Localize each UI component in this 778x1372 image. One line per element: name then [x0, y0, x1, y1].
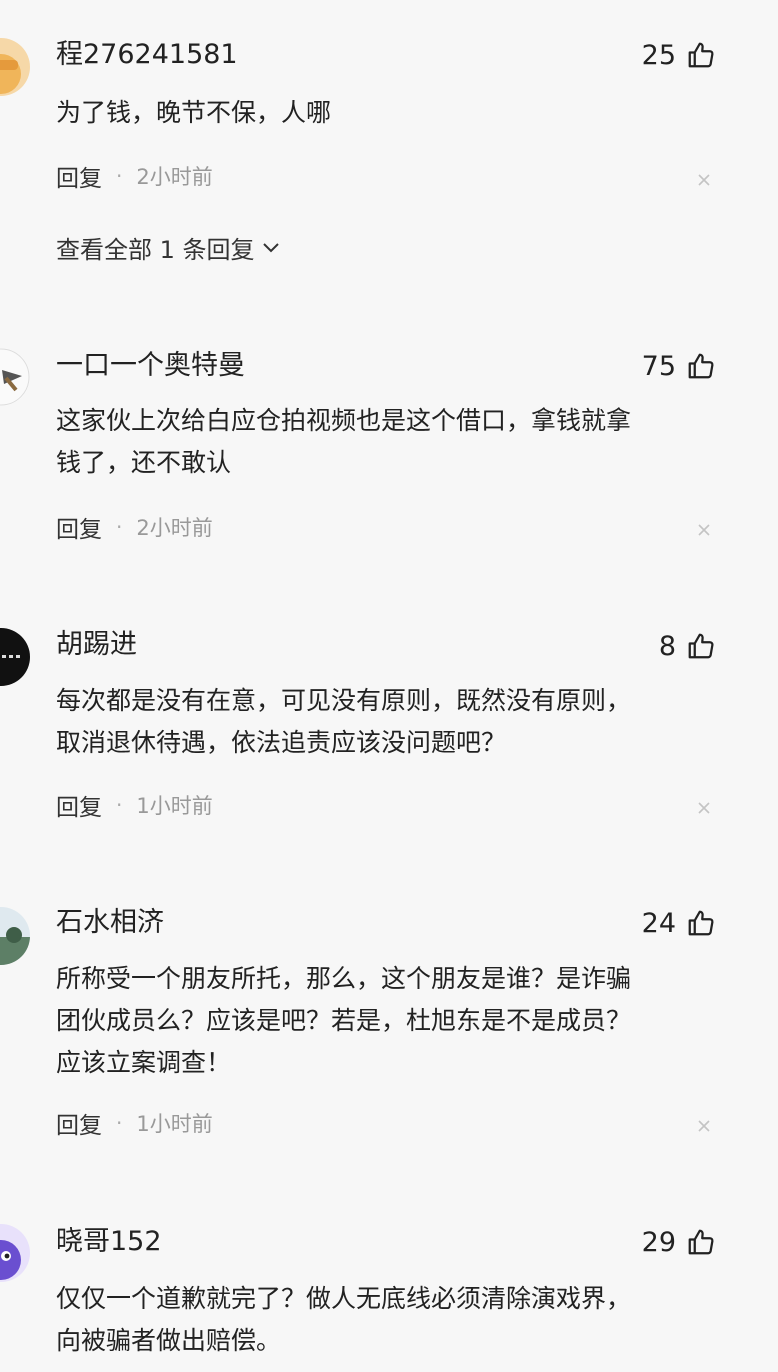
timestamp: 1小时前: [136, 1112, 213, 1136]
like-count: 75: [641, 350, 676, 382]
separator-dot: ·: [116, 793, 123, 817]
like-count: 24: [641, 907, 676, 939]
username[interactable]: 晓哥152: [56, 1225, 162, 1259]
separator-dot: ·: [116, 515, 123, 539]
avatar[interactable]: [0, 907, 30, 965]
comment-text-line: 所称受一个朋友所托，那么，这个朋友是谁？是诈骗: [56, 964, 632, 993]
view-replies-label: 查看全部 1 条回复: [56, 235, 255, 264]
chevron-down-icon: [262, 243, 279, 253]
reply-button[interactable]: 回复: [56, 1106, 102, 1140]
comment-text-line: 每次都是没有在意，可见没有原则，既然没有原则，: [56, 686, 632, 715]
comment-text-line: 向被骗者做出赔偿。: [56, 1326, 282, 1355]
comment-text-line: 取消退休待遇，依法追责应该没问题吧？: [56, 728, 507, 757]
username[interactable]: 一口一个奥特曼: [56, 349, 245, 383]
avatar-image: [0, 1224, 30, 1282]
close-icon[interactable]: [696, 522, 712, 538]
comment-text-line: 仅仅一个道歉就完了？做人无底线必须清除演戏界，: [56, 1284, 632, 1313]
like-button[interactable]: 25: [642, 38, 716, 72]
thumbs-up-icon: [688, 910, 714, 936]
like-count: 25: [641, 39, 676, 71]
comment-text: 所称受一个朋友所托，那么，这个朋友是谁？是诈骗 团伙成员么？应该是吧？若是，杜旭…: [56, 958, 716, 1084]
separator-dot: ·: [116, 164, 123, 188]
comment-text-line: 为了钱，晚节不保，人哪: [56, 98, 332, 127]
comment-text: 为了钱，晚节不保，人哪: [56, 92, 716, 134]
like-button[interactable]: 75: [642, 349, 716, 383]
comment-text-line: 这家伙上次给白应仓拍视频也是这个借口，拿钱就拿: [56, 406, 632, 435]
comment-text: 仅仅一个道歉就完了？做人无底线必须清除演戏界， 向被骗者做出赔偿。: [56, 1278, 716, 1362]
avatar[interactable]: [0, 628, 30, 686]
comment-meta: 回复 · 1小时前: [56, 789, 213, 821]
comment-text-line: 团伙成员么？应该是吧？若是，杜旭东是不是成员？: [56, 1006, 632, 1035]
reply-button[interactable]: 回复: [56, 788, 102, 822]
avatar[interactable]: [0, 38, 30, 96]
comment-text-line: 钱了，还不敢认: [56, 448, 232, 477]
avatar[interactable]: [0, 1224, 30, 1282]
username[interactable]: 石水相济: [56, 906, 164, 940]
close-icon[interactable]: [696, 1118, 712, 1134]
like-button[interactable]: 8: [659, 629, 716, 663]
thumbs-up-icon: [688, 353, 714, 379]
reply-button[interactable]: 回复: [56, 159, 102, 193]
like-button[interactable]: 24: [642, 906, 716, 940]
comment-meta: 回复 · 1小时前: [56, 1107, 213, 1139]
username[interactable]: 程276241581: [56, 38, 238, 72]
username[interactable]: 胡踢进: [56, 628, 137, 662]
close-icon[interactable]: [696, 172, 712, 188]
comment-meta: 回复 · 2小时前: [56, 511, 213, 543]
timestamp: 1小时前: [136, 794, 213, 818]
avatar-image: [0, 907, 30, 965]
view-replies-button[interactable]: 查看全部 1 条回复: [56, 230, 281, 264]
comment-text: 这家伙上次给白应仓拍视频也是这个借口，拿钱就拿 钱了，还不敢认: [56, 400, 716, 484]
like-button[interactable]: 29: [642, 1225, 716, 1259]
like-count: 8: [658, 630, 676, 662]
like-count: 29: [641, 1226, 676, 1258]
comment-text-line: 应该立案调查！: [56, 1048, 232, 1077]
close-icon[interactable]: [696, 800, 712, 816]
timestamp: 2小时前: [136, 165, 213, 189]
reply-button[interactable]: 回复: [56, 510, 102, 544]
avatar[interactable]: [0, 348, 30, 406]
thumbs-up-icon: [688, 633, 714, 659]
thumbs-up-icon: [688, 42, 714, 68]
thumbs-up-icon: [688, 1229, 714, 1255]
avatar-image: [0, 628, 30, 686]
timestamp: 2小时前: [136, 516, 213, 540]
avatar-image: [0, 348, 30, 406]
separator-dot: ·: [116, 1111, 123, 1135]
comment-meta: 回复 · 2小时前: [56, 160, 213, 192]
avatar-image: [0, 38, 30, 96]
comment-text: 每次都是没有在意，可见没有原则，既然没有原则， 取消退休待遇，依法追责应该没问题…: [56, 680, 716, 764]
